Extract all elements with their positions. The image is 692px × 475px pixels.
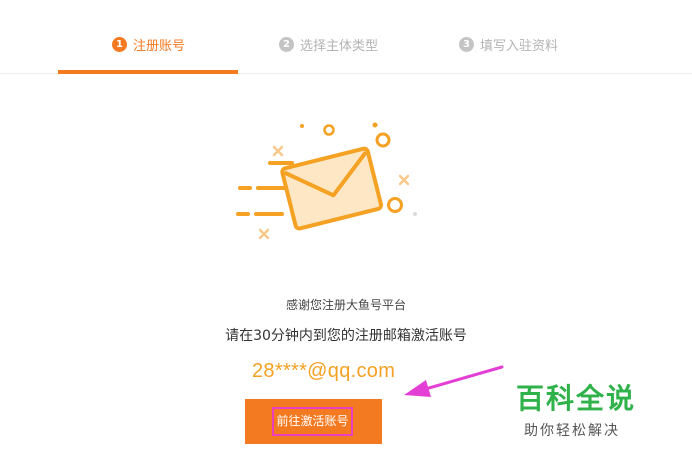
step-select-entity-type[interactable]: 2 选择主体类型 <box>279 34 378 54</box>
envelope-icon <box>236 122 417 240</box>
arrow-icon <box>404 365 504 397</box>
step-label-2: 选择主体类型 <box>300 38 379 54</box>
step-number-1: 1 <box>112 36 127 52</box>
watermark-title: 百科全说 <box>516 382 637 415</box>
active-step-underline <box>58 70 238 74</box>
step-label-1: 注册账号 <box>133 38 186 54</box>
registered-email: 28****@qq.com <box>252 360 396 382</box>
step-register-account[interactable]: 1 注册账号 <box>112 34 185 54</box>
activate-account-button[interactable]: 前往激活账号 <box>245 399 382 444</box>
step-progress-bar: 1 注册账号 2 选择主体类型 3 填写入驻资料 <box>0 0 692 74</box>
thanks-message: 感谢您注册大鱼号平台 <box>285 298 406 312</box>
watermark-subtitle: 助你轻松解决 <box>524 423 620 439</box>
watermark: 百科全说 助你轻松解决 <box>516 382 646 440</box>
step-number-2: 2 <box>279 36 294 52</box>
step-label-3: 填写入驻资料 <box>480 38 559 54</box>
step-fill-info[interactable]: 3 填写入驻资料 <box>459 34 558 54</box>
activate-account-label: 前往激活账号 <box>272 407 353 436</box>
activation-instruction: 请在30分钟内到您的注册邮箱激活账号 <box>225 328 467 344</box>
step-number-3: 3 <box>459 36 474 52</box>
